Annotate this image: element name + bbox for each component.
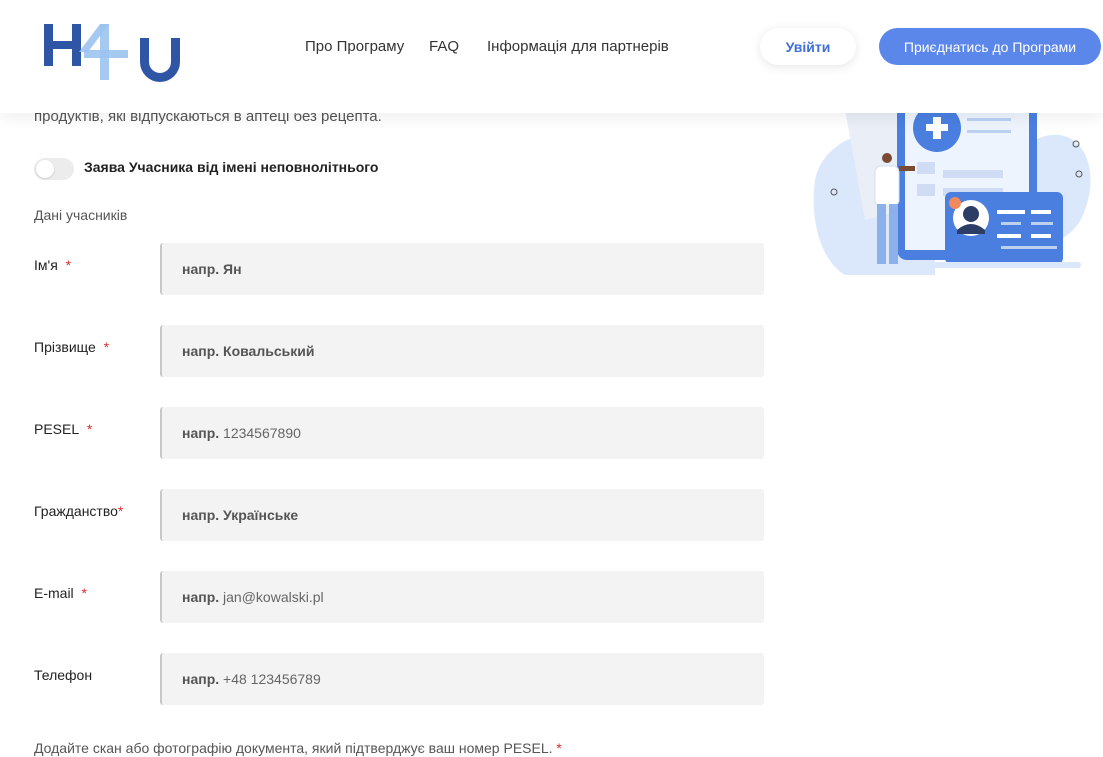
nav-about[interactable]: Про Програму [305, 38, 404, 55]
required-mark: * [86, 421, 93, 437]
citizenship-input[interactable]: напр. Українське [160, 489, 764, 541]
required-mark: * [117, 503, 124, 519]
toggle-knob [36, 160, 54, 178]
required-mark: * [556, 740, 562, 756]
minor-applicant-toggle-label: Заява Учасника від імені неповнолітнього [84, 159, 379, 175]
login-button[interactable]: Увійти [760, 28, 856, 65]
participant-data-title: Дані учасників [34, 207, 128, 223]
nav-faq[interactable]: FAQ [429, 38, 459, 55]
site-header: Про Програму FAQ Інформація для партнері… [0, 0, 1103, 113]
pesel-input[interactable]: напр. 1234567890 [160, 407, 764, 459]
last-name-input[interactable]: напр. Ковальський [160, 325, 764, 377]
h4u-logo[interactable] [44, 22, 184, 82]
minor-applicant-toggle[interactable] [34, 158, 74, 180]
field-citizenship-label: Гражданство* [34, 503, 124, 519]
required-mark: * [81, 585, 87, 601]
field-first-name-label: Ім'я * [34, 257, 72, 273]
required-mark: * [103, 339, 110, 355]
email-input[interactable]: напр. jan@kowalski.pl [160, 571, 764, 623]
field-email-label: E-mail * [34, 585, 87, 601]
nav-partners[interactable]: Інформація для партнерів [487, 38, 669, 55]
first-name-input[interactable]: напр. Ян [160, 243, 764, 295]
phone-input[interactable]: напр. +48 123456789 [160, 653, 764, 705]
field-pesel-label: PESEL * [34, 421, 93, 437]
document-upload-note: Додайте скан або фотографію документа, я… [34, 740, 562, 756]
field-last-name-label: Прізвище * [34, 339, 110, 355]
required-mark: * [65, 257, 72, 273]
field-phone-label: Телефон [34, 667, 93, 683]
join-program-button[interactable]: Приєднатись до Програми [879, 28, 1101, 65]
doctor-id-card-illustration [813, 100, 1091, 275]
